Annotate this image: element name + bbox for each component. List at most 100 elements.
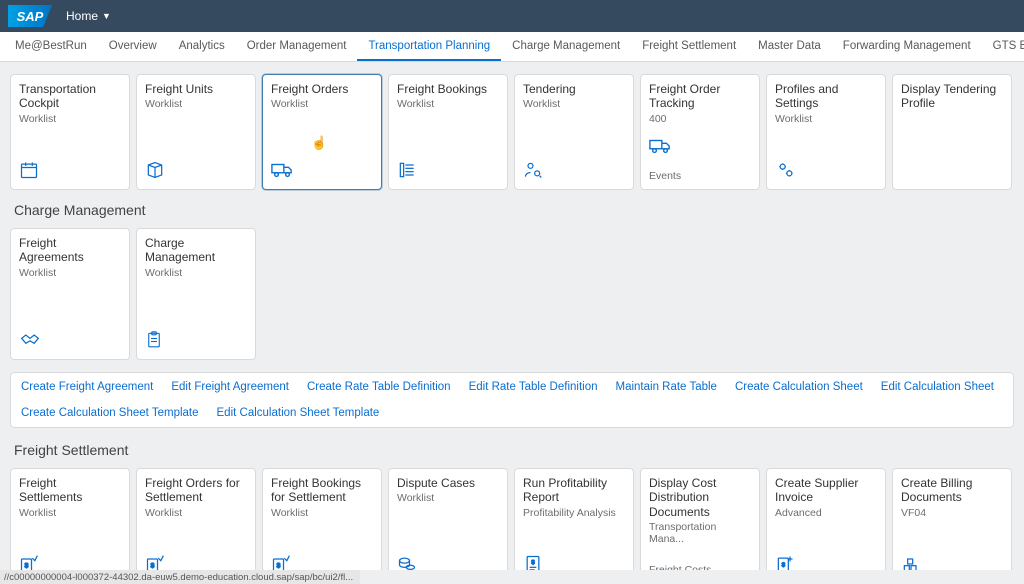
tile-title: Create Supplier Invoice	[775, 476, 877, 505]
person-search-icon	[523, 160, 543, 180]
tile-freight-agreements[interactable]: Freight Agreements Worklist	[10, 228, 130, 360]
dollar-check-icon: $	[271, 554, 291, 570]
tile-title: Transportation Cockpit	[19, 82, 121, 111]
tile-create-supplier-invoice[interactable]: Create Supplier Invoice Advanced $	[766, 468, 886, 570]
tile-footer: Events	[649, 170, 751, 182]
charge-tile-row: Freight Agreements Worklist Charge Manag…	[10, 228, 1014, 360]
blocks-icon	[901, 554, 921, 570]
svg-text:$: $	[277, 562, 281, 569]
nav-tabs: Me@BestRun Overview Analytics Order Mana…	[0, 32, 1024, 62]
tab-order-management[interactable]: Order Management	[236, 32, 358, 61]
home-label: Home	[66, 9, 98, 23]
content-area: Transportation Cockpit Worklist Freight …	[0, 62, 1024, 570]
tab-master-data[interactable]: Master Data	[747, 32, 832, 61]
tile-title: Tendering	[523, 82, 625, 96]
dollar-check-icon: $	[145, 554, 165, 570]
link-create-calculation-sheet-template[interactable]: Create Calculation Sheet Template	[21, 407, 199, 419]
tile-subtitle: Profitability Analysis	[523, 507, 625, 519]
tile-freight-order-tracking[interactable]: Freight Order Tracking 400 Events	[640, 74, 760, 190]
tile-charge-management[interactable]: Charge Management Worklist	[136, 228, 256, 360]
tile-title: Freight Bookings for Settlement	[271, 476, 373, 505]
tile-title: Create Billing Documents	[901, 476, 1003, 505]
chevron-down-icon: ▼	[102, 11, 111, 21]
tab-analytics[interactable]: Analytics	[168, 32, 236, 61]
link-edit-freight-agreement[interactable]: Edit Freight Agreement	[171, 381, 289, 393]
tile-subtitle: Transportation Mana...	[649, 521, 751, 545]
tile-transportation-cockpit[interactable]: Transportation Cockpit Worklist	[10, 74, 130, 190]
tile-title: Freight Bookings	[397, 82, 499, 96]
tile-subtitle: Worklist	[523, 98, 625, 110]
tab-freight-settlement[interactable]: Freight Settlement	[631, 32, 747, 61]
link-create-rate-table-definition[interactable]: Create Rate Table Definition	[307, 381, 451, 393]
tile-subtitle: Worklist	[775, 113, 877, 125]
settlement-tile-row: Freight Settlements Worklist $ Freight O…	[10, 468, 1014, 570]
tile-title: Freight Agreements	[19, 236, 121, 265]
tile-title: Freight Order Tracking	[649, 82, 751, 111]
dollar-check-icon: $	[19, 554, 39, 570]
tile-title: Display Cost Distribution Documents	[649, 476, 751, 519]
coins-icon	[397, 554, 417, 570]
tab-forwarding-management[interactable]: Forwarding Management	[832, 32, 982, 61]
tile-freight-settlements[interactable]: Freight Settlements Worklist $	[10, 468, 130, 570]
tile-tendering[interactable]: Tendering Worklist	[514, 74, 634, 190]
tile-subtitle: Worklist	[397, 98, 499, 110]
transport-tile-row: Transportation Cockpit Worklist Freight …	[10, 74, 1014, 190]
box-icon	[145, 160, 165, 180]
tile-title: Freight Orders for Settlement	[145, 476, 247, 505]
tile-footer: Freight Costs	[649, 564, 751, 570]
tile-subtitle: Worklist	[397, 492, 499, 504]
link-maintain-rate-table[interactable]: Maintain Rate Table	[616, 381, 717, 393]
tab-overview[interactable]: Overview	[98, 32, 168, 61]
tile-freight-bookings[interactable]: Freight Bookings Worklist	[388, 74, 508, 190]
calendar-icon	[19, 160, 39, 180]
tile-display-cost-distribution[interactable]: Display Cost Distribution Documents Tran…	[640, 468, 760, 570]
tile-subtitle: Worklist	[19, 267, 121, 279]
tile-dispute-cases[interactable]: Dispute Cases Worklist	[388, 468, 508, 570]
tile-subtitle: VF04	[901, 507, 1003, 519]
svg-text:$: $	[531, 560, 535, 566]
tile-create-billing-documents[interactable]: Create Billing Documents VF04	[892, 468, 1012, 570]
gears-icon	[775, 160, 797, 180]
svg-text:$: $	[782, 563, 786, 569]
tile-freight-orders-for-settlement[interactable]: Freight Orders for Settlement Worklist $	[136, 468, 256, 570]
tile-subtitle: Advanced	[775, 507, 877, 519]
tile-title: Display Tendering Profile	[901, 82, 1003, 111]
home-dropdown[interactable]: Home ▼	[66, 9, 111, 23]
link-create-freight-agreement[interactable]: Create Freight Agreement	[21, 381, 153, 393]
handshake-icon	[19, 330, 41, 350]
link-create-calculation-sheet[interactable]: Create Calculation Sheet	[735, 381, 863, 393]
list-icon	[397, 160, 417, 180]
tab-charge-management[interactable]: Charge Management	[501, 32, 631, 61]
tab-me-bestrun[interactable]: Me@BestRun	[4, 32, 98, 61]
tile-subtitle: 400	[649, 113, 751, 125]
tile-subtitle: Worklist	[271, 98, 373, 110]
tile-title: Run Profitability Report	[523, 476, 625, 505]
sap-logo: SAP	[8, 5, 52, 27]
tab-transportation-planning[interactable]: Transportation Planning	[357, 32, 501, 61]
link-edit-calculation-sheet-template[interactable]: Edit Calculation Sheet Template	[217, 407, 380, 419]
report-dollar-icon: $	[523, 554, 543, 570]
link-edit-rate-table-definition[interactable]: Edit Rate Table Definition	[469, 381, 598, 393]
tile-title: Profiles and Settings	[775, 82, 877, 111]
tile-display-tendering-profile[interactable]: Display Tendering Profile	[892, 74, 1012, 190]
tile-title: Freight Units	[145, 82, 247, 96]
tile-title: Freight Settlements	[19, 476, 121, 505]
clipboard-icon	[145, 329, 163, 351]
tile-freight-orders[interactable]: Freight Orders Worklist ☝	[262, 74, 382, 190]
truck-icon	[271, 161, 293, 179]
group-heading-charge: Charge Management	[14, 202, 1014, 218]
tile-subtitle: Worklist	[145, 98, 247, 110]
tile-title: Charge Management	[145, 236, 247, 265]
tile-run-profitability-report[interactable]: Run Profitability Report Profitability A…	[514, 468, 634, 570]
link-edit-calculation-sheet[interactable]: Edit Calculation Sheet	[881, 381, 994, 393]
tab-gts-export-management[interactable]: GTS Export Management	[982, 32, 1024, 61]
tile-title: Freight Orders	[271, 82, 373, 96]
tile-freight-units[interactable]: Freight Units Worklist	[136, 74, 256, 190]
tile-subtitle: Worklist	[271, 507, 373, 519]
charge-link-bar: Create Freight Agreement Edit Freight Ag…	[10, 372, 1014, 428]
shell-bar: SAP Home ▼	[0, 0, 1024, 32]
group-heading-settlement: Freight Settlement	[14, 442, 1014, 458]
tile-freight-bookings-for-settlement[interactable]: Freight Bookings for Settlement Worklist…	[262, 468, 382, 570]
tile-profiles-settings[interactable]: Profiles and Settings Worklist	[766, 74, 886, 190]
svg-text:$: $	[25, 562, 29, 569]
